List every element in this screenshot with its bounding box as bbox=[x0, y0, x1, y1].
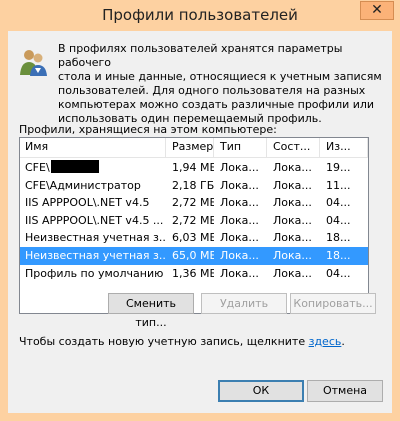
copy-button[interactable]: Копировать... bbox=[290, 293, 376, 314]
profile-modified: 18... bbox=[326, 231, 351, 245]
profile-size: 2,72 МБ bbox=[172, 196, 214, 210]
profile-state: Лока... bbox=[273, 213, 312, 227]
profile-row[interactable]: IIS APPPOOL\.NET v4.5 ... 2,72 МБ Лока..… bbox=[20, 212, 368, 230]
profile-type: Лока... bbox=[220, 266, 259, 280]
profile-row[interactable]: CFE\Администратор 2,18 ГБ Лока... Лока..… bbox=[20, 177, 368, 195]
create-account-suffix: . bbox=[341, 335, 345, 348]
profile-size: 1,36 МБ bbox=[172, 266, 214, 280]
column-header-type[interactable]: Тип bbox=[214, 138, 267, 158]
profile-name: CFE\ bbox=[25, 161, 50, 174]
column-header-size[interactable]: Размер bbox=[166, 138, 214, 158]
window-title: Профили пользователей bbox=[102, 6, 298, 24]
change-type-button[interactable]: Сменить тип... bbox=[108, 293, 194, 329]
profile-row-selected[interactable]: Неизвестная учетная з... 65,0 МБ Лока...… bbox=[20, 246, 368, 265]
profile-state: Лока... bbox=[273, 178, 312, 192]
profile-state: Лока... bbox=[273, 266, 312, 280]
profile-state: Лока... bbox=[273, 161, 312, 174]
dialog-client-area: В профилях пользователей хранятся параме… bbox=[8, 31, 392, 413]
column-header-state[interactable]: Сост... bbox=[267, 138, 320, 158]
profile-type: Лока... bbox=[220, 196, 259, 210]
profile-modified: 04... bbox=[326, 196, 351, 210]
profile-type: Лока... bbox=[220, 231, 259, 245]
create-account-link[interactable]: здесь bbox=[309, 335, 342, 348]
close-icon: ✕ bbox=[371, 2, 383, 18]
delete-button[interactable]: Удалить bbox=[201, 293, 287, 314]
profile-state: Лока... bbox=[273, 196, 312, 210]
profile-name: Неизвестная учетная з... bbox=[25, 231, 166, 245]
profile-row[interactable]: Профиль по умолчанию 1,36 МБ Лока... Лок… bbox=[20, 265, 368, 283]
close-button[interactable]: ✕ bbox=[360, 1, 394, 20]
profile-modified: 18... bbox=[326, 248, 351, 262]
list-body: CFE\ 1,94 МБ Лока... Лока... 19... CFE\А… bbox=[20, 159, 368, 282]
profile-size: 2,72 МБ bbox=[172, 213, 214, 227]
profile-name: IIS APPPOOL\.NET v4.5 ... bbox=[25, 213, 164, 227]
profile-size: 1,94 МБ bbox=[172, 161, 214, 174]
profile-name-cell: CFE\ bbox=[20, 159, 166, 177]
create-account-text: Чтобы создать новую учетную запись, щелк… bbox=[19, 335, 345, 348]
create-account-prompt: Чтобы создать новую учетную запись, щелк… bbox=[19, 335, 309, 348]
profile-size: 2,18 ГБ bbox=[172, 178, 214, 192]
profile-row[interactable]: CFE\ 1,94 МБ Лока... Лока... 19... bbox=[20, 159, 368, 177]
profile-type: Лока... bbox=[220, 248, 259, 262]
redacted-block bbox=[50, 160, 99, 173]
profile-name: CFE\Администратор bbox=[25, 178, 141, 192]
column-header-name[interactable]: Имя bbox=[20, 138, 166, 158]
profile-modified: 19... bbox=[326, 161, 351, 174]
ok-button[interactable]: ОК bbox=[218, 380, 304, 402]
profile-state: Лока... bbox=[273, 231, 312, 245]
profile-state: Лока... bbox=[273, 248, 312, 262]
profile-size: 6,03 МБ bbox=[172, 231, 214, 245]
profile-row[interactable]: Неизвестная учетная з... 6,03 МБ Лока...… bbox=[20, 229, 368, 247]
profile-name: Неизвестная учетная з... bbox=[25, 248, 166, 262]
profile-modified: 04... bbox=[326, 266, 351, 280]
title-bar[interactable]: Профили пользователей ✕ bbox=[0, 0, 400, 32]
profile-row[interactable]: IIS APPPOOL\.NET v4.5 2,72 МБ Лока... Ло… bbox=[20, 194, 368, 212]
profile-modified: 11... bbox=[326, 178, 351, 192]
user-profiles-dialog: Профили пользователей ✕ В профилях польз… bbox=[0, 0, 400, 421]
profile-name: IIS APPPOOL\.NET v4.5 bbox=[25, 196, 150, 210]
profile-modified: 04... bbox=[326, 213, 351, 227]
profile-type: Лока... bbox=[220, 161, 259, 174]
profile-name: Профиль по умолчанию bbox=[25, 266, 164, 280]
profiles-list-label: Профили, хранящиеся на этом компьютере: bbox=[19, 123, 277, 136]
users-icon bbox=[20, 50, 47, 76]
cancel-button[interactable]: Отмена bbox=[307, 380, 383, 402]
profiles-list[interactable]: Имя Размер Тип Сост... Из... CFE\ 1,94 М… bbox=[19, 137, 369, 314]
profile-size: 65,0 МБ bbox=[172, 248, 214, 262]
profile-type: Лока... bbox=[220, 213, 259, 227]
list-header: Имя Размер Тип Сост... Из... bbox=[20, 138, 368, 158]
profile-type: Лока... bbox=[220, 178, 259, 192]
description-text: В профилях пользователей хранятся параме… bbox=[58, 42, 382, 125]
column-header-modified[interactable]: Из... bbox=[320, 138, 368, 158]
